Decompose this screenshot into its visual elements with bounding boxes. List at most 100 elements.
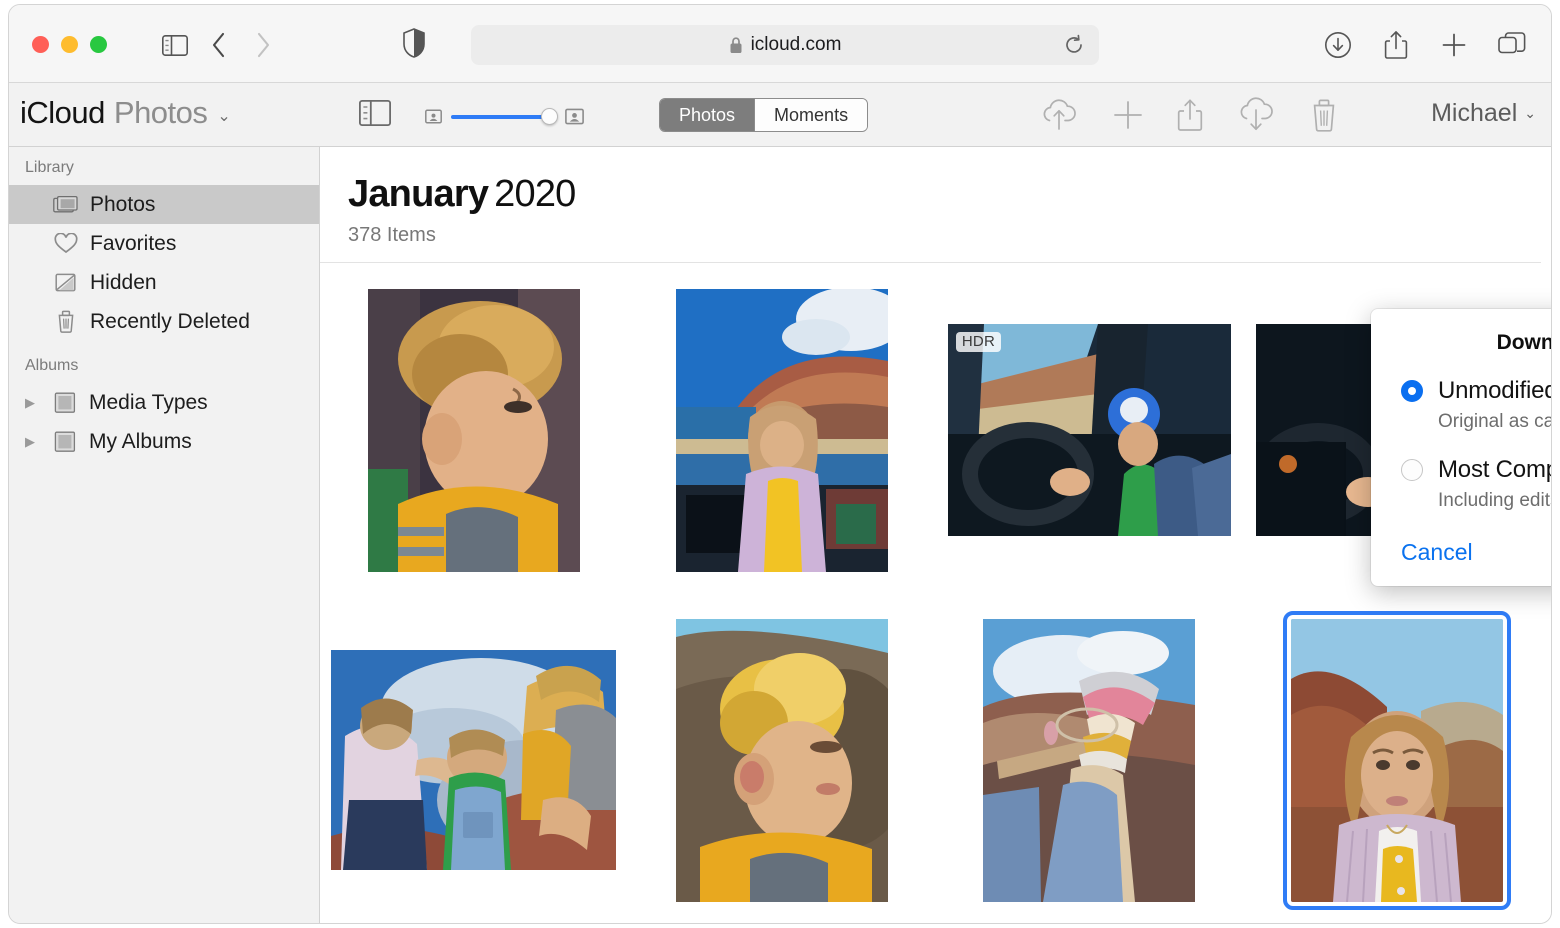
photo-thumbnail[interactable] [331, 650, 616, 870]
tab-moments[interactable]: Moments [754, 99, 867, 131]
forward-chevron-icon [254, 31, 272, 59]
sidebar: Library Photos [9, 147, 320, 924]
sidebar-item-favorites[interactable]: Favorites [9, 224, 319, 263]
photo-grid: HDR [320, 263, 1551, 924]
option-label: Unmodified Original [1438, 377, 1551, 405]
sidebar-item-label: Photos [90, 193, 155, 217]
photo-thumbnail[interactable] [368, 289, 580, 572]
slider-thumb[interactable] [541, 108, 558, 125]
photo-image [331, 650, 616, 870]
download-option-most-compatible[interactable]: Most Compatible Including edits. [1401, 456, 1551, 512]
new-tab-icon [1440, 31, 1468, 59]
photo-thumbnail[interactable] [983, 619, 1195, 902]
album-folder-icon [52, 392, 78, 414]
photo-grid-row [320, 615, 1551, 924]
sidebar-item-photos[interactable]: Photos [9, 185, 319, 224]
disclosure-triangle-icon[interactable]: ▶ [25, 395, 41, 411]
downloads-button[interactable] [1318, 27, 1358, 63]
photo-image [1291, 619, 1503, 902]
photo-cell [628, 285, 936, 575]
radio-button-selected[interactable] [1401, 380, 1423, 402]
add-button[interactable] [1112, 99, 1144, 131]
app-sidebar-toggle-button[interactable] [359, 100, 391, 126]
sidebar-item-media-types[interactable]: ▶ Media Types [9, 383, 319, 422]
sidebar-item-label: Recently Deleted [90, 310, 250, 334]
download-option-unmodified-original[interactable]: Unmodified Original Original as captured… [1401, 377, 1551, 433]
delete-button[interactable] [1309, 98, 1339, 132]
photo-thumbnail[interactable]: HDR [948, 324, 1231, 536]
sidebar-item-recently-deleted[interactable]: Recently Deleted [9, 302, 319, 341]
chevron-down-icon: ⌄ [1524, 105, 1536, 122]
photo-cell [936, 615, 1244, 905]
minimize-window-button[interactable] [61, 36, 78, 53]
browser-forward-button[interactable] [243, 27, 283, 63]
zoom-window-button[interactable] [90, 36, 107, 53]
photo-grid-row: HDR [320, 285, 1551, 615]
sidebar-item-label: My Albums [89, 430, 192, 454]
sidebar-item-my-albums[interactable]: ▶ My Albums [9, 422, 319, 461]
photo-cell [628, 615, 936, 905]
photos-stack-icon [53, 194, 79, 216]
photo-library-content: January2020 378 Items [320, 147, 1551, 924]
reload-button[interactable] [1063, 34, 1085, 56]
app-title-menu[interactable]: iCloud Photos ⌄ [20, 95, 231, 131]
share-button[interactable] [1177, 98, 1203, 132]
view-mode-segmented-control[interactable]: Photos Moments [659, 98, 868, 132]
new-tab-button[interactable] [1434, 27, 1474, 63]
share-button[interactable] [1376, 27, 1416, 63]
tab-overview-button[interactable] [1492, 27, 1532, 63]
photo-thumbnail[interactable] [676, 289, 888, 572]
disclosure-triangle-icon[interactable]: ▶ [25, 434, 41, 450]
lock-icon [729, 36, 743, 54]
photo-image [983, 619, 1195, 902]
title-month: January [348, 173, 488, 215]
browser-back-button[interactable] [199, 27, 239, 63]
sidebar-toggle-icon [359, 100, 391, 126]
photo-image [948, 324, 1231, 536]
content-header: January2020 378 Items [320, 147, 1551, 247]
tab-photos[interactable]: Photos [660, 99, 754, 131]
heart-icon [53, 233, 79, 255]
slider-track-area[interactable] [451, 109, 556, 125]
screenshot-root: icloud.com [0, 0, 1560, 928]
radio-button-unselected[interactable] [1401, 459, 1423, 481]
sidebar-section-library-header: Library [9, 155, 319, 185]
thumbnail-size-slider[interactable] [425, 107, 584, 126]
upload-to-cloud-icon [1039, 98, 1079, 132]
photo-cell [320, 615, 628, 905]
browser-sidebar-toggle-button[interactable] [155, 27, 195, 63]
popover-title: Download 1 Item [1401, 331, 1551, 355]
sidebar-item-label: Media Types [89, 391, 208, 415]
sidebar-section-albums-header: Albums [9, 353, 319, 383]
sidebar-spacer [9, 341, 319, 353]
option-spacer [1401, 433, 1551, 456]
account-menu-button[interactable]: Michael ⌄ [1431, 99, 1536, 128]
download-from-cloud-button[interactable] [1236, 97, 1276, 133]
sidebar-item-label: Hidden [90, 271, 157, 295]
cancel-button[interactable]: Cancel [1401, 539, 1473, 566]
app-toolbar-actions [1039, 97, 1339, 133]
account-name-label: Michael [1431, 99, 1517, 128]
photo-cell [320, 285, 628, 575]
app-body: Library Photos [9, 147, 1551, 924]
slider-track [451, 115, 556, 119]
privacy-report-button[interactable] [403, 28, 425, 58]
photo-cell [1243, 615, 1551, 905]
address-bar-content: icloud.com [729, 34, 842, 56]
add-icon [1112, 99, 1144, 131]
radio-row[interactable]: Most Compatible [1401, 456, 1551, 484]
radio-row[interactable]: Unmodified Original [1401, 377, 1551, 405]
item-count-label: 378 Items [348, 224, 1551, 247]
reload-icon [1063, 34, 1085, 56]
download-from-cloud-icon [1236, 97, 1276, 133]
address-bar[interactable]: icloud.com [471, 25, 1099, 65]
close-window-button[interactable] [32, 36, 49, 53]
photo-thumbnail[interactable] [676, 619, 888, 902]
photo-image [676, 619, 888, 902]
small-thumbnail-icon [425, 108, 442, 125]
sidebar-item-hidden[interactable]: Hidden [9, 263, 319, 302]
trash-icon [1309, 98, 1339, 132]
upload-to-cloud-button[interactable] [1039, 98, 1079, 132]
chevron-down-icon: ⌄ [217, 106, 230, 126]
photo-thumbnail-selected[interactable] [1291, 619, 1503, 902]
